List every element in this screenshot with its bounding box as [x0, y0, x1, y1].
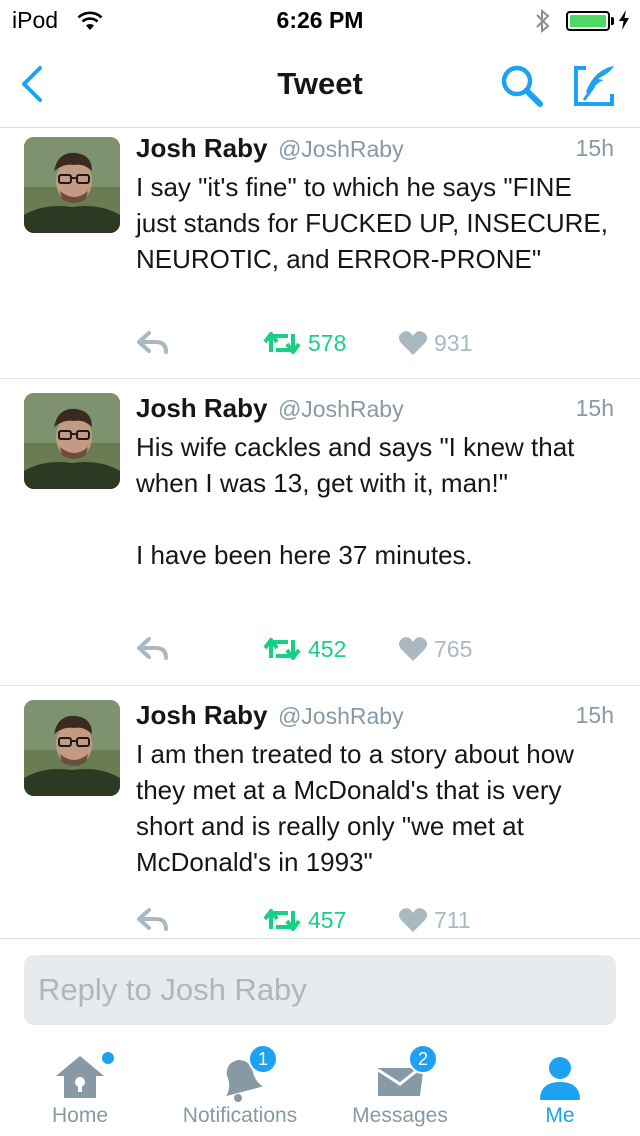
retweet-count: 452: [308, 635, 347, 662]
search-icon[interactable]: [498, 62, 546, 110]
author-name[interactable]: Josh Raby: [136, 133, 268, 163]
person-icon: [540, 1057, 580, 1100]
heart-icon: [398, 908, 428, 932]
avatar[interactable]: [24, 700, 120, 796]
author-handle[interactable]: @JoshRaby: [278, 136, 404, 162]
charging-bolt-icon: [619, 10, 629, 30]
tab-notifications[interactable]: 1 Notifications: [160, 1040, 320, 1136]
tweet-header: Josh Raby @JoshRaby 15h: [136, 393, 616, 429]
tweet-thread: Josh Raby @JoshRaby 15h I say "it's fine…: [0, 129, 640, 938]
retweet-icon: [263, 638, 301, 660]
tweet[interactable]: Josh Raby @JoshRaby 15h I say "it's fine…: [0, 129, 640, 379]
tweet-actions: 452 765: [136, 629, 616, 669]
tab-home[interactable]: Home: [0, 1040, 160, 1136]
like-button[interactable]: 711: [398, 900, 471, 938]
tab-label: Messages: [352, 1104, 448, 1127]
author-name[interactable]: Josh Raby: [136, 700, 268, 730]
tweet-actions: 457 711: [136, 900, 616, 938]
reply-button[interactable]: [136, 323, 170, 363]
status-bar: iPod 6:26 PM: [0, 0, 640, 40]
retweet-button[interactable]: 578: [262, 323, 346, 363]
retweet-count: 578: [308, 329, 347, 356]
tweet[interactable]: Josh Raby @JoshRaby 15h His wife cackles…: [0, 379, 640, 686]
tweet-text: I am then treated to a story about how t…: [136, 739, 582, 877]
like-count: 931: [434, 329, 473, 356]
battery-nub: [611, 17, 614, 25]
tweet[interactable]: Josh Raby @JoshRaby 15h I am then treate…: [0, 686, 640, 938]
tweet-timestamp: 15h: [575, 702, 614, 728]
reply-input[interactable]: Reply to Josh Raby: [24, 955, 616, 1025]
battery-icon: [566, 11, 610, 31]
tab-label: Home: [51, 1104, 109, 1127]
retweet-icon: [263, 332, 301, 354]
retweet-icon: [263, 909, 301, 931]
bluetooth-icon: [536, 8, 550, 34]
compose-icon[interactable]: [572, 62, 618, 108]
avatar[interactable]: [24, 393, 120, 489]
notification-badge: 1: [248, 1044, 278, 1074]
tab-label: Me: [545, 1104, 575, 1127]
like-count: 711: [434, 906, 471, 933]
tab-messages[interactable]: 2 Messages: [320, 1040, 480, 1136]
tweet-text: I say "it's fine" to which he says "FINE…: [136, 172, 616, 274]
tweet-header: Josh Raby @JoshRaby 15h: [136, 700, 616, 736]
battery-level: [570, 15, 606, 27]
reply-icon: [137, 908, 168, 931]
heart-icon: [398, 637, 428, 661]
reply-button[interactable]: [136, 629, 170, 669]
reply-button[interactable]: [136, 900, 170, 938]
tweet-timestamp: 15h: [575, 395, 614, 421]
tab-me[interactable]: Me: [480, 1040, 640, 1136]
author-handle[interactable]: @JoshRaby: [278, 396, 404, 422]
tweet-actions: 578 931: [136, 323, 616, 363]
tweet-text: His wife cackles and says "I knew that w…: [136, 432, 575, 570]
heart-icon: [398, 331, 428, 355]
author-handle[interactable]: @JoshRaby: [278, 703, 404, 729]
reply-icon: [137, 637, 168, 660]
retweet-count: 457: [308, 906, 347, 933]
retweet-button[interactable]: 452: [262, 629, 346, 669]
new-content-dot: [102, 1052, 114, 1064]
avatar[interactable]: [24, 137, 120, 233]
tweet-timestamp: 15h: [575, 135, 614, 161]
navigation-bar: Tweet: [0, 40, 640, 128]
message-badge: 2: [408, 1044, 438, 1074]
like-button[interactable]: 765: [398, 629, 472, 669]
tab-label: Notifications: [182, 1104, 298, 1127]
tab-bar: Home 1 Notifications 2 Messages Me: [0, 1040, 640, 1136]
like-button[interactable]: 931: [398, 323, 472, 363]
retweet-button[interactable]: 457: [262, 900, 346, 938]
reply-icon: [137, 331, 168, 354]
tweet-header: Josh Raby @JoshRaby 15h: [136, 133, 616, 169]
author-name[interactable]: Josh Raby: [136, 393, 268, 423]
reply-bar: Reply to Josh Raby: [0, 938, 640, 1040]
like-count: 765: [434, 635, 473, 662]
